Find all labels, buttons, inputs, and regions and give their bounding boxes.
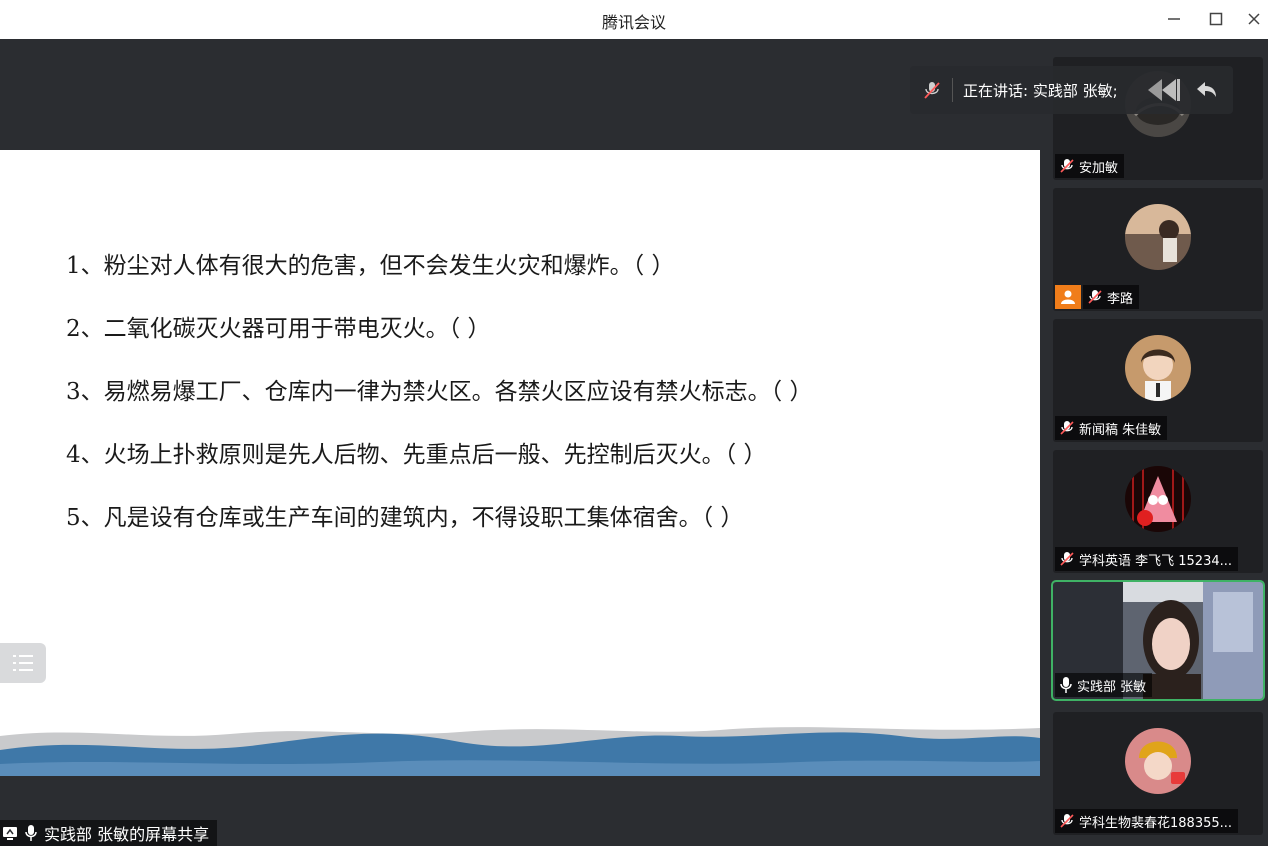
avatar	[1125, 728, 1191, 794]
host-badge	[1055, 285, 1081, 309]
participant-name-tag: 学科英语 李飞飞 15234...	[1055, 547, 1239, 571]
mic-muted-icon[interactable]	[922, 80, 942, 100]
presentation-slide: 1、粉尘对人体有很大的危害，但不会发生火灾和爆炸。（ ） 2、二氧化碳灭火器可用…	[0, 150, 1040, 776]
question-4: 4、火场上扑救原则是先人后物、先重点后一般、先控制后灭火。（ ）	[66, 442, 767, 468]
person-icon	[1061, 290, 1075, 304]
maximize-icon[interactable]	[1204, 8, 1228, 30]
question-2: 2、二氧化碳灭火器可用于带电灭火。（ ）	[66, 316, 491, 342]
close-icon[interactable]	[1242, 8, 1266, 30]
participant-name-tag: 实践部 张敏	[1055, 673, 1153, 697]
mic-muted-icon	[1060, 814, 1074, 828]
back-arrow-icon[interactable]	[1194, 79, 1218, 101]
window-title: 腾讯会议	[601, 13, 666, 32]
participant-name-tag: 学科生物裴春花188355...	[1055, 809, 1239, 833]
divider	[952, 78, 953, 102]
collapse-arrows-icon[interactable]	[1144, 75, 1188, 105]
shared-screen-area[interactable]: 1、粉尘对人体有很大的危害，但不会发生火灾和爆炸。（ ） 2、二氧化碳灭火器可用…	[0, 39, 1040, 846]
participant-tile[interactable]: 学科英语 李飞飞 15234...	[1053, 450, 1263, 573]
mic-muted-icon	[1060, 552, 1074, 566]
mic-muted-icon	[1060, 159, 1074, 173]
question-3: 3、易燃易爆工厂、仓库内一律为禁火区。各禁火区应设有禁火标志。（ ）	[66, 379, 813, 405]
speaking-text: 正在讲话: 实践部 张敏;	[963, 81, 1118, 100]
screen-share-label: 实践部 张敏的屏幕共享	[0, 820, 218, 846]
participant-tile[interactable]: 学科生物裴春花188355...	[1053, 712, 1263, 835]
microphone-icon	[25, 825, 37, 841]
question-5: 5、凡是设有仓库或生产车间的建筑内，不得设职工集体宿舍。（ ）	[66, 505, 744, 531]
wave-decoration	[0, 727, 1040, 776]
participant-name-tag: 新闻稿 朱佳敏	[1055, 416, 1168, 440]
participant-tile-active-speaker[interactable]: 实践部 张敏	[1051, 580, 1265, 701]
avatar	[1125, 204, 1191, 270]
avatar	[1125, 466, 1191, 532]
participant-name-tag: 李路	[1083, 285, 1140, 309]
question-1: 1、粉尘对人体有很大的危害，但不会发生火灾和爆炸。（ ）	[66, 253, 675, 279]
minimize-icon[interactable]	[1162, 8, 1186, 30]
participant-name-tag: 安加敏	[1055, 154, 1125, 178]
slide-menu-button[interactable]	[0, 643, 46, 683]
screen-share-icon	[3, 827, 17, 840]
participant-list: 安加敏 李路 新闻稿 朱佳敏 学科英语 李飞飞 15234... 实践部 张敏 …	[1040, 39, 1268, 846]
participant-tile[interactable]: 李路	[1053, 188, 1263, 311]
participant-tile[interactable]: 新闻稿 朱佳敏	[1053, 319, 1263, 442]
microphone-icon	[1060, 677, 1072, 693]
mic-muted-icon	[1088, 290, 1102, 304]
list-icon	[13, 655, 33, 671]
mic-muted-icon	[1060, 421, 1074, 435]
speaking-indicator: 正在讲话: 实践部 张敏;	[910, 66, 1233, 114]
screen-share-text: 实践部 张敏的屏幕共享	[44, 825, 210, 844]
avatar	[1125, 335, 1191, 401]
title-bar: 腾讯会议	[0, 0, 1268, 39]
